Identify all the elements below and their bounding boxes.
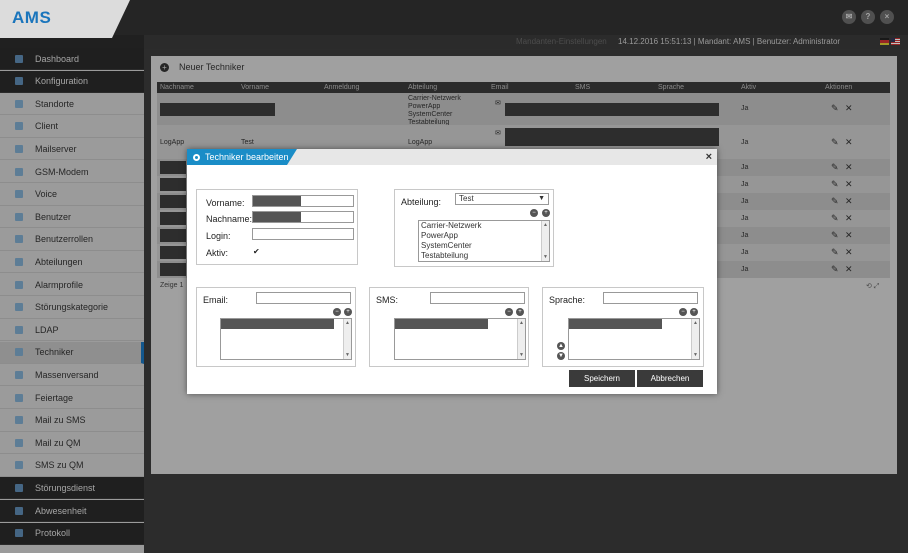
dialog-title-tab: Techniker bearbeiten [187,149,297,165]
dialog-close-icon[interactable]: × [706,151,712,163]
logo: AMS [0,0,130,38]
sms-input[interactable] [430,292,525,304]
sprache-label: Sprache: [549,295,586,305]
scrollbar[interactable]: ▲ ▼ [343,319,351,359]
chevron-down-icon: ▼ [538,195,545,202]
nachname-field[interactable] [252,211,354,223]
aktiv-label: Aktiv: [206,248,229,258]
dialog-header: Techniker bearbeiten × [187,149,717,165]
logo-text: AMS [12,8,52,27]
abteilung-label: Abteilung: [401,197,442,207]
email-input[interactable] [256,292,351,304]
remove-sms-icon[interactable]: − [505,308,513,316]
dialog-icon [193,153,200,161]
login-label: Login: [206,231,231,241]
email-list-selected[interactable] [221,319,334,329]
sms-list-selected[interactable] [395,319,488,329]
add-sms-icon[interactable]: + [516,308,524,316]
list-item[interactable]: SystemCenter [419,241,549,251]
remove-email-icon[interactable]: − [333,308,341,316]
vorname-field[interactable] [252,195,354,207]
sms-list[interactable]: ▲ ▼ [394,318,526,360]
sms-label: SMS: [376,295,399,305]
email-list[interactable]: ▲ ▼ [220,318,352,360]
add-email-icon[interactable]: + [344,308,352,316]
add-language-icon[interactable]: + [690,308,698,316]
aktiv-checkbox[interactable]: ✔ [253,247,260,256]
language-list[interactable]: ▲ ▼ [568,318,700,360]
edit-technician-dialog: Techniker bearbeiten × Vorname: Nachname… [187,149,717,394]
save-button[interactable]: Speichern [569,370,635,387]
list-item[interactable]: PowerApp [419,231,549,241]
nachname-label: Nachname: [206,214,253,224]
abteilung-select[interactable]: Test ▼ [455,193,549,205]
scrollbar[interactable]: ▲ ▼ [541,221,549,261]
login-field[interactable] [252,228,354,240]
list-item[interactable]: Testabteilung [419,251,549,261]
add-department-icon[interactable]: + [542,209,550,217]
list-item[interactable]: Carrier-Netzwerk [419,221,549,231]
move-down-icon[interactable]: ▼ [557,352,565,360]
scrollbar[interactable]: ▲ ▼ [517,319,525,359]
vorname-label: Vorname: [206,198,245,208]
language-list-selected[interactable] [569,319,662,329]
scrollbar[interactable]: ▲ ▼ [691,319,699,359]
sprache-input[interactable] [603,292,698,304]
move-up-icon[interactable]: ▲ [557,342,565,350]
dialog-title: Techniker bearbeiten [205,152,289,162]
cancel-button[interactable]: Abbrechen [637,370,703,387]
remove-language-icon[interactable]: − [679,308,687,316]
email-label: Email: [203,295,229,305]
department-list[interactable]: Carrier-Netzwerk PowerApp SystemCenter T… [418,220,550,262]
abteilung-selected: Test [459,194,474,203]
remove-department-icon[interactable]: − [530,209,538,217]
